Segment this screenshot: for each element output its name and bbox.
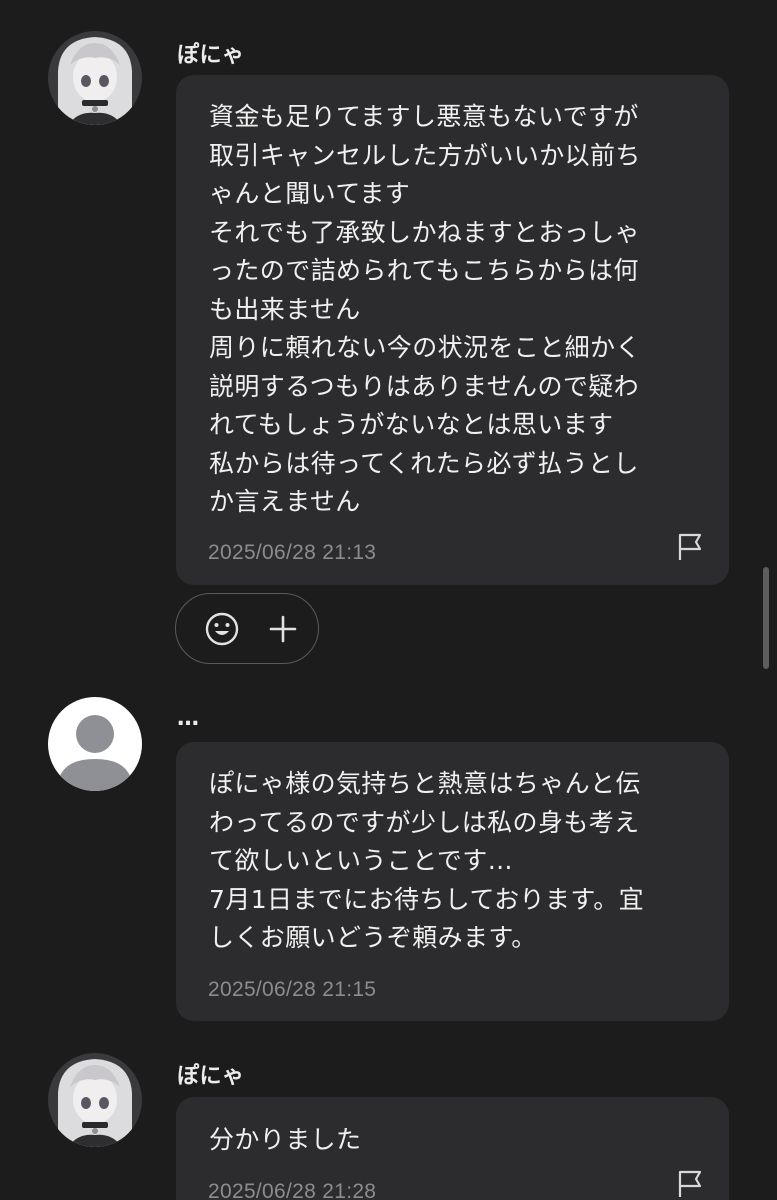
reaction-bar — [175, 593, 319, 664]
message-timestamp: 2025/06/28 21:13 — [208, 541, 377, 564]
plus-icon[interactable] — [265, 611, 301, 647]
message-text: 分かりました — [209, 1125, 362, 1154]
anime-avatar-image — [48, 31, 142, 125]
person-silhouette-icon — [48, 697, 142, 791]
sender-name: ぽにゃ — [177, 43, 245, 68]
sender-name: ぽにゃ — [177, 1064, 245, 1089]
message-timestamp: 2025/06/28 21:15 — [208, 978, 377, 1001]
message-text: ぽにゃ様の気持ちと熱意はちゃんと伝 わってるのですが少しは私の身も考え て欲しい… — [209, 769, 645, 952]
anime-avatar-image — [48, 1053, 142, 1147]
message-bubble: 資金も足りてますし悪意もないですが 取引キャンセルした方がいいか以前ち ゃんと聞… — [176, 75, 729, 585]
scrollbar-thumb[interactable] — [763, 567, 769, 669]
sender-avatar[interactable] — [48, 1053, 142, 1147]
message-bubble: 分かりました 2025/06/28 21:28 — [176, 1097, 729, 1200]
smiley-icon[interactable] — [204, 611, 240, 647]
message-bubble: ぽにゃ様の気持ちと熱意はちゃんと伝 わってるのですが少しは私の身も考え て欲しい… — [176, 742, 729, 1021]
message-timestamp: 2025/06/28 21:28 — [208, 1180, 377, 1200]
default-avatar[interactable] — [48, 697, 142, 791]
flag-icon[interactable] — [676, 1169, 704, 1199]
sender-name: … — [177, 706, 200, 731]
message-text: 資金も足りてますし悪意もないですが 取引キャンセルした方がいいか以前ち ゃんと聞… — [209, 102, 641, 516]
flag-icon[interactable] — [676, 532, 704, 562]
sender-avatar[interactable] — [48, 31, 142, 125]
